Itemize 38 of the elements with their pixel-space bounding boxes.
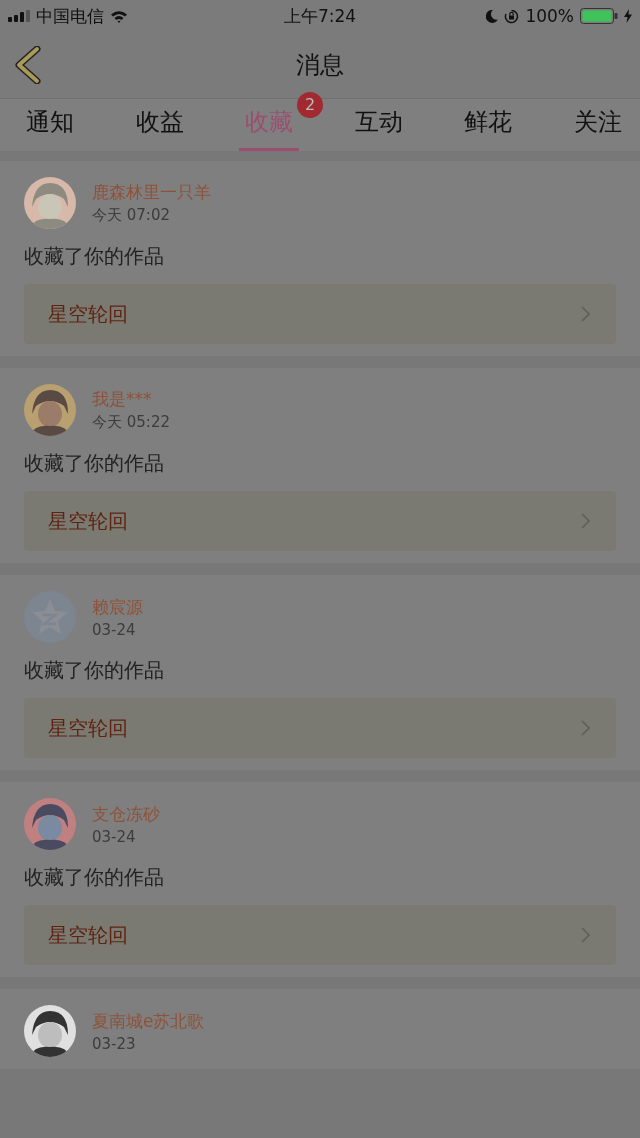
battery-percent: 100% [525, 6, 574, 26]
chevron-right-icon [581, 513, 590, 529]
user-name[interactable]: 赖宸源 [92, 595, 143, 619]
battery-icon [580, 8, 618, 24]
tab[interactable]: 收益 [129, 99, 190, 151]
back-icon[interactable] [14, 46, 42, 84]
message-text: 收藏了你的作品 [24, 450, 165, 477]
chevron-right-icon [581, 306, 590, 322]
tab[interactable]: 通知 [20, 99, 80, 151]
user-name[interactable]: 鹿森林里一只羊 [92, 181, 211, 204]
moon-icon [486, 9, 499, 23]
rotation-lock-icon [504, 8, 520, 24]
work-link[interactable]: 星空轮回 [24, 905, 616, 965]
tab[interactable]: 关注 [567, 99, 628, 151]
message-text: 收藏了你的作品 [24, 864, 165, 891]
message-time: 03-24 [92, 620, 137, 639]
message-time: 03-24 [92, 827, 137, 846]
tab[interactable]: 互动 [348, 99, 409, 151]
user-name[interactable]: 我是*** [92, 388, 170, 411]
wifi-icon [110, 9, 128, 23]
message-text: 收藏了你的作品 [24, 243, 165, 270]
work-link[interactable]: 星空轮回 [24, 698, 616, 758]
signal-icon [8, 10, 30, 22]
message-text: 收藏了你的作品 [24, 657, 165, 684]
message-time: 03-23 [92, 1034, 137, 1053]
page-title: 消息 [296, 50, 344, 81]
message-time: 今天 07:02 [92, 206, 171, 225]
chevron-right-icon [581, 720, 590, 736]
chevron-right-icon [581, 927, 590, 943]
user-name[interactable]: 夏南城e苏北歌 [92, 1009, 205, 1033]
tab[interactable]: 鲜花 [458, 99, 519, 151]
charging-icon [624, 9, 632, 23]
message-time: 今天 05:22 [92, 413, 170, 432]
carrier-name: 中国电信 [36, 4, 104, 28]
user-name[interactable]: 支仓冻砂 [92, 802, 160, 826]
work-link[interactable]: 星空轮回 [24, 491, 616, 551]
clock-time: 上午7:24 [283, 4, 357, 28]
work-link[interactable]: 星空轮回 [24, 284, 616, 344]
